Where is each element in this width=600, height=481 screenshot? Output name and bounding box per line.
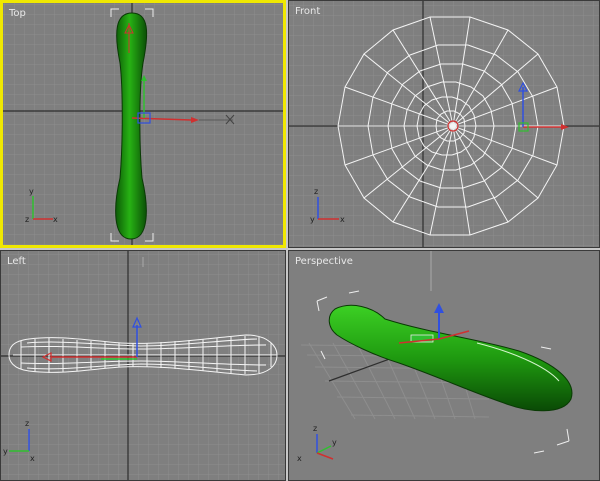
tripod-x-label: x [30, 454, 35, 463]
viewport-front[interactable]: Front z y x [288, 0, 600, 248]
viewport-top-canvas: y z x [3, 3, 283, 245]
viewport-label-front[interactable]: Front [295, 6, 320, 17]
viewport-top[interactable]: Top y z x [0, 0, 286, 248]
tripod-y-label: y [332, 438, 337, 447]
viewport-left-canvas: z y x [1, 251, 285, 480]
tripod-z-label: z [313, 424, 317, 433]
viewport-perspective[interactable]: Perspective z y x [288, 250, 600, 481]
tripod-z-label: z [25, 419, 29, 428]
tripod-x-label: x [340, 215, 345, 224]
viewport-label-perspective[interactable]: Perspective [295, 256, 353, 267]
tripod-z-label: z [314, 187, 318, 196]
tripod-y-label: y [29, 187, 34, 196]
viewport-front-canvas: z y x [289, 1, 599, 247]
viewport-left[interactable]: Left z y x [0, 250, 286, 481]
viewport-perspective-canvas: z y x [289, 251, 599, 480]
viewport-label-top[interactable]: Top [9, 8, 26, 19]
tripod-y-label: y [3, 447, 8, 456]
tripod-x-label: x [53, 215, 58, 224]
tripod-y-label: y [310, 215, 315, 224]
tripod-x-label: x [297, 454, 302, 463]
viewport-label-left[interactable]: Left [7, 256, 26, 267]
tripod-z-label: z [25, 215, 29, 224]
